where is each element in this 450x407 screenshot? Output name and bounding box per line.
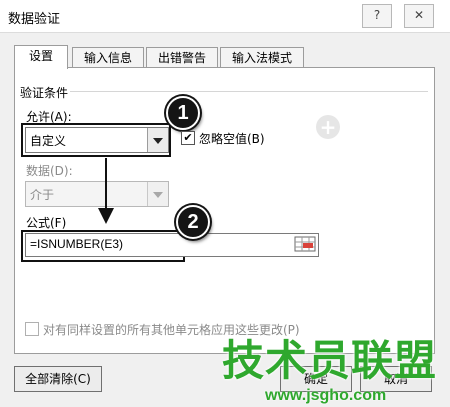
data-select-value: 介于 [30,188,55,202]
group-title: 验证条件 [20,86,69,100]
clear-all-button[interactable]: 全部清除(C) [14,366,102,392]
watermark-url: www.jsgho.com [265,387,387,404]
settings-panel [14,67,435,354]
tab-input-message[interactable]: 输入信息 [72,47,144,68]
tab-error-alert-label: 出错警告 [157,51,206,65]
ignore-blank-label: 忽略空值(B) [199,132,265,146]
tab-ime-mode[interactable]: 输入法模式 [220,47,304,68]
window-title: 数据验证 [8,12,61,27]
formula-label: 公式(F) [26,216,67,230]
watermark-logo: 技术员联盟 [222,336,438,385]
allow-select-value: 自定义 [30,134,67,148]
help-button[interactable]: ? [362,4,392,28]
annotation-badge-2: 2 [176,205,210,239]
check-icon: ✔ [183,131,193,144]
tab-error-alert[interactable]: 出错警告 [146,47,218,68]
plus-glyph: + [319,115,337,139]
plus-icon: + [316,115,340,139]
tab-settings[interactable]: 设置 [14,45,68,69]
chevron-down-icon[interactable] [147,128,168,152]
data-label: 数据(D): [26,164,73,178]
ignore-blank-checkbox[interactable]: ✔ [181,131,195,145]
allow-select[interactable]: 自定义 [25,127,169,153]
annotation-badge-1: 1 [166,96,200,130]
clear-all-label: 全部清除(C) [25,372,91,386]
tab-ime-mode-label: 输入法模式 [231,51,292,65]
group-divider [70,91,428,92]
range-select-icon[interactable] [294,236,316,252]
annotation-arrow [98,158,114,224]
apply-all-checkbox[interactable] [25,322,39,336]
tab-input-message-label: 输入信息 [83,51,132,65]
help-icon: ? [373,8,381,22]
formula-input[interactable]: =ISNUMBER(E3) [25,233,319,257]
close-button[interactable]: ✕ [404,4,434,28]
close-icon: ✕ [413,8,425,22]
formula-value: =ISNUMBER(E3) [30,237,124,251]
title-bar: 数据验证 ? ✕ [0,0,450,33]
chevron-down-icon [147,182,168,206]
tab-settings-label: 设置 [28,49,53,63]
